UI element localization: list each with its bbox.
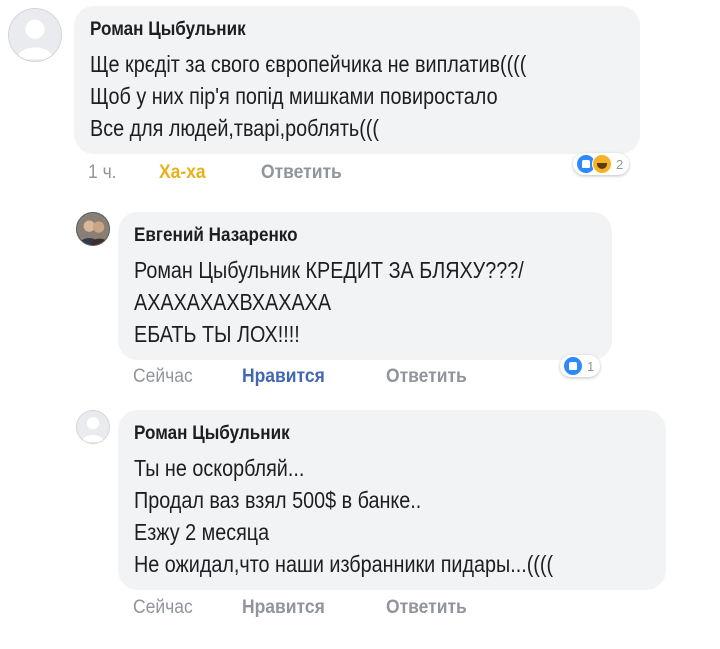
timestamp[interactable]: Сейчас <box>133 366 229 388</box>
comment-bubble: Евгений Назаренко Роман Цыбульник КРЕДИТ… <box>118 212 612 360</box>
comment-bubble: Роман Цыбульник Ще крєдіт за свого європ… <box>74 6 640 154</box>
comment-text-line: Езжу 2 месяца <box>134 519 270 545</box>
comment-text-line: Не ожидал,что наши избранники пидары...(… <box>134 551 554 577</box>
comment-text-line: Ты не оскорбляй... <box>134 455 305 481</box>
comment-text-line: Щоб у них пір'я попід мишками повиростал… <box>90 83 498 109</box>
avatar[interactable] <box>8 8 62 62</box>
avatar[interactable] <box>76 410 110 444</box>
like-button[interactable]: Нравится <box>242 597 369 619</box>
timestamp[interactable]: 1 ч. <box>88 162 149 184</box>
comment-actions: Сейчас Нравится Ответить <box>133 597 473 619</box>
like-button[interactable]: Нравится <box>242 366 369 388</box>
haha-reaction-button[interactable]: Ха-ха <box>159 162 247 184</box>
default-user-icon <box>16 19 54 60</box>
comment-text-line: АХАХАХАХВХАХАХА <box>134 289 332 315</box>
user-photo-icon <box>77 213 109 245</box>
avatar[interactable] <box>76 212 110 246</box>
reply-button[interactable]: Ответить <box>386 366 467 388</box>
comment-text-line: Роман Цыбульник КРЕДИТ ЗА БЛЯХУ???/ <box>134 257 524 283</box>
reactions-summary[interactable]: 2 <box>573 153 630 175</box>
comment-actions: 1 ч. Ха-ха Ответить <box>88 162 348 184</box>
reaction-count: 1 <box>587 358 595 374</box>
comment-author[interactable]: Евгений Назаренко <box>134 224 550 248</box>
comment-text-line: Продал ваз взял 500$ в банке.. <box>134 487 422 513</box>
default-user-icon <box>81 417 105 443</box>
reply-button[interactable]: Ответить <box>386 597 467 619</box>
comment-bubble: Роман Цыбульник Ты не оскорбляй... Прода… <box>118 410 666 590</box>
reactions-summary[interactable]: 1 <box>560 355 601 377</box>
like-icon <box>563 356 583 376</box>
comment-text-line: ЕБАТЬ ТЫ ЛОХ!!!! <box>134 321 300 347</box>
reaction-count: 2 <box>616 156 624 172</box>
haha-icon <box>592 154 612 174</box>
timestamp[interactable]: Сейчас <box>133 597 229 619</box>
comment-actions: Сейчас Нравится Ответить <box>133 366 473 388</box>
comment-author[interactable]: Роман Цыбульник <box>134 422 598 446</box>
comment-author[interactable]: Роман Цыбульник <box>90 18 571 42</box>
reply-button[interactable]: Ответить <box>261 162 342 184</box>
comment-text-line: Ще крєдіт за свого європейчика не виплат… <box>90 51 527 77</box>
comment-text-line: Все для людей,тварі,роблять((( <box>90 115 379 141</box>
